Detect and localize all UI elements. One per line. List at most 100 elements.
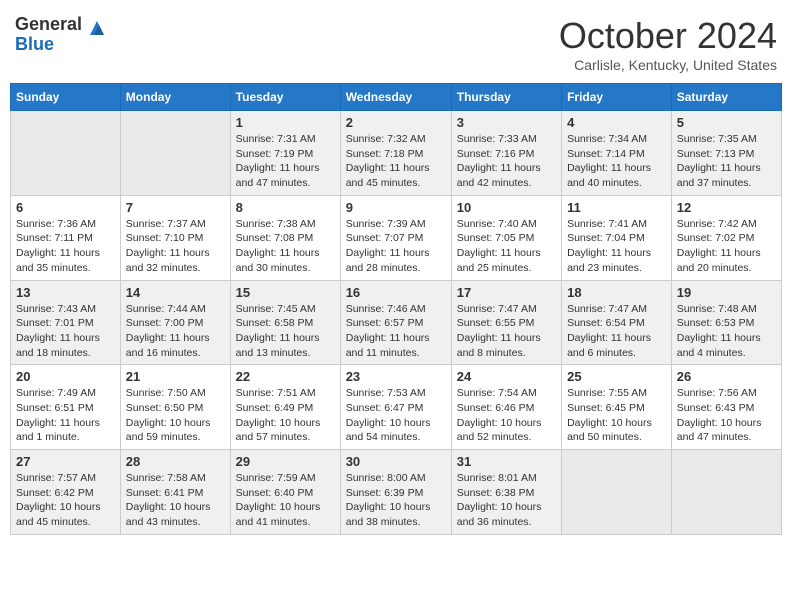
calendar-week-row: 1 Sunrise: 7:31 AM Sunset: 7:19 PM Daylig… xyxy=(11,111,782,196)
calendar-cell: 25 Sunrise: 7:55 AM Sunset: 6:45 PM Dayli… xyxy=(562,365,672,450)
calendar-cell: 29 Sunrise: 7:59 AM Sunset: 6:40 PM Dayli… xyxy=(230,450,340,535)
calendar-cell: 19Sunrise: 7:48 AM Sunset: 6:53 PM Dayli… xyxy=(671,280,781,365)
calendar-week-row: 20 Sunrise: 7:49 AM Sunset: 6:51 PM Dayli… xyxy=(11,365,782,450)
day-number: 31 xyxy=(457,454,556,469)
day-number: 8 xyxy=(236,200,335,215)
logo-icon xyxy=(86,17,108,44)
calendar-week-row: 6 Sunrise: 7:36 AM Sunset: 7:11 PM Daylig… xyxy=(11,195,782,280)
day-info: Sunrise: 7:42 AM Sunset: 7:02 PM Dayligh… xyxy=(677,217,776,276)
calendar-cell: 21 Sunrise: 7:50 AM Sunset: 6:50 PM Dayli… xyxy=(120,365,230,450)
calendar-cell: 15 Sunrise: 7:45 AM Sunset: 6:58 PM Dayli… xyxy=(230,280,340,365)
day-info: Sunrise: 7:32 AM Sunset: 7:18 PM Dayligh… xyxy=(346,132,446,191)
calendar-cell: 7 Sunrise: 7:37 AM Sunset: 7:10 PM Daylig… xyxy=(120,195,230,280)
day-number: 19 xyxy=(677,285,776,300)
calendar-cell xyxy=(562,450,672,535)
calendar-cell xyxy=(120,111,230,196)
calendar-cell xyxy=(11,111,121,196)
calendar-cell: 22Sunrise: 7:51 AM Sunset: 6:49 PM Dayli… xyxy=(230,365,340,450)
logo-text: General Blue xyxy=(15,15,82,55)
calendar-cell: 24Sunrise: 7:54 AM Sunset: 6:46 PM Dayli… xyxy=(451,365,561,450)
calendar-cell: 11 Sunrise: 7:41 AM Sunset: 7:04 PM Dayli… xyxy=(562,195,672,280)
day-number: 11 xyxy=(567,200,666,215)
day-info: Sunrise: 7:50 AM Sunset: 6:50 PM Dayligh… xyxy=(126,386,225,445)
calendar-table: SundayMondayTuesdayWednesdayThursdayFrid… xyxy=(10,83,782,535)
calendar-week-row: 13Sunrise: 7:43 AM Sunset: 7:01 PM Dayli… xyxy=(11,280,782,365)
day-info: Sunrise: 7:41 AM Sunset: 7:04 PM Dayligh… xyxy=(567,217,666,276)
calendar-cell: 13Sunrise: 7:43 AM Sunset: 7:01 PM Dayli… xyxy=(11,280,121,365)
day-number: 30 xyxy=(346,454,446,469)
day-number: 15 xyxy=(236,285,335,300)
title-block: October 2024 Carlisle, Kentucky, United … xyxy=(559,15,777,73)
day-info: Sunrise: 7:36 AM Sunset: 7:11 PM Dayligh… xyxy=(16,217,115,276)
day-info: Sunrise: 7:45 AM Sunset: 6:58 PM Dayligh… xyxy=(236,302,335,361)
day-number: 21 xyxy=(126,369,225,384)
day-number: 7 xyxy=(126,200,225,215)
day-number: 25 xyxy=(567,369,666,384)
day-number: 4 xyxy=(567,115,666,130)
day-info: Sunrise: 7:57 AM Sunset: 6:42 PM Dayligh… xyxy=(16,471,115,530)
calendar-cell: 12 Sunrise: 7:42 AM Sunset: 7:02 PM Dayli… xyxy=(671,195,781,280)
day-info: Sunrise: 7:37 AM Sunset: 7:10 PM Dayligh… xyxy=(126,217,225,276)
calendar-cell xyxy=(671,450,781,535)
calendar-cell: 5Sunrise: 7:35 AM Sunset: 7:13 PM Daylig… xyxy=(671,111,781,196)
calendar-cell: 14 Sunrise: 7:44 AM Sunset: 7:00 PM Dayli… xyxy=(120,280,230,365)
day-info: Sunrise: 7:40 AM Sunset: 7:05 PM Dayligh… xyxy=(457,217,556,276)
day-info: Sunrise: 7:59 AM Sunset: 6:40 PM Dayligh… xyxy=(236,471,335,530)
day-number: 10 xyxy=(457,200,556,215)
day-number: 18 xyxy=(567,285,666,300)
day-info: Sunrise: 7:38 AM Sunset: 7:08 PM Dayligh… xyxy=(236,217,335,276)
day-info: Sunrise: 7:43 AM Sunset: 7:01 PM Dayligh… xyxy=(16,302,115,361)
calendar-cell: 1 Sunrise: 7:31 AM Sunset: 7:19 PM Daylig… xyxy=(230,111,340,196)
day-number: 24 xyxy=(457,369,556,384)
day-info: Sunrise: 7:56 AM Sunset: 6:43 PM Dayligh… xyxy=(677,386,776,445)
day-number: 3 xyxy=(457,115,556,130)
calendar-cell: 23Sunrise: 7:53 AM Sunset: 6:47 PM Dayli… xyxy=(340,365,451,450)
day-info: Sunrise: 7:47 AM Sunset: 6:54 PM Dayligh… xyxy=(567,302,666,361)
calendar-cell: 8 Sunrise: 7:38 AM Sunset: 7:08 PM Daylig… xyxy=(230,195,340,280)
calendar-cell: 20 Sunrise: 7:49 AM Sunset: 6:51 PM Dayli… xyxy=(11,365,121,450)
day-number: 28 xyxy=(126,454,225,469)
calendar-cell: 18 Sunrise: 7:47 AM Sunset: 6:54 PM Dayli… xyxy=(562,280,672,365)
calendar-cell: 4Sunrise: 7:34 AM Sunset: 7:14 PM Daylig… xyxy=(562,111,672,196)
calendar-cell: 6 Sunrise: 7:36 AM Sunset: 7:11 PM Daylig… xyxy=(11,195,121,280)
day-number: 1 xyxy=(236,115,335,130)
day-info: Sunrise: 7:47 AM Sunset: 6:55 PM Dayligh… xyxy=(457,302,556,361)
day-info: Sunrise: 7:51 AM Sunset: 6:49 PM Dayligh… xyxy=(236,386,335,445)
day-info: Sunrise: 7:55 AM Sunset: 6:45 PM Dayligh… xyxy=(567,386,666,445)
logo-general: General xyxy=(15,15,82,35)
logo: General Blue xyxy=(15,15,108,55)
calendar-cell: 28 Sunrise: 7:58 AM Sunset: 6:41 PM Dayli… xyxy=(120,450,230,535)
month-title: October 2024 xyxy=(559,15,777,57)
calendar-cell: 27Sunrise: 7:57 AM Sunset: 6:42 PM Dayli… xyxy=(11,450,121,535)
day-info: Sunrise: 7:35 AM Sunset: 7:13 PM Dayligh… xyxy=(677,132,776,191)
day-number: 26 xyxy=(677,369,776,384)
weekday-header: Friday xyxy=(562,84,672,111)
day-number: 17 xyxy=(457,285,556,300)
day-info: Sunrise: 7:49 AM Sunset: 6:51 PM Dayligh… xyxy=(16,386,115,445)
day-number: 29 xyxy=(236,454,335,469)
calendar-cell: 9Sunrise: 7:39 AM Sunset: 7:07 PM Daylig… xyxy=(340,195,451,280)
day-info: Sunrise: 7:39 AM Sunset: 7:07 PM Dayligh… xyxy=(346,217,446,276)
day-info: Sunrise: 7:44 AM Sunset: 7:00 PM Dayligh… xyxy=(126,302,225,361)
weekday-header: Thursday xyxy=(451,84,561,111)
day-info: Sunrise: 8:01 AM Sunset: 6:38 PM Dayligh… xyxy=(457,471,556,530)
day-number: 6 xyxy=(16,200,115,215)
day-number: 14 xyxy=(126,285,225,300)
day-info: Sunrise: 7:46 AM Sunset: 6:57 PM Dayligh… xyxy=(346,302,446,361)
day-info: Sunrise: 7:58 AM Sunset: 6:41 PM Dayligh… xyxy=(126,471,225,530)
weekday-header: Monday xyxy=(120,84,230,111)
calendar-header-row: SundayMondayTuesdayWednesdayThursdayFrid… xyxy=(11,84,782,111)
calendar-cell: 31 Sunrise: 8:01 AM Sunset: 6:38 PM Dayli… xyxy=(451,450,561,535)
day-number: 16 xyxy=(346,285,446,300)
logo-blue: Blue xyxy=(15,35,82,55)
weekday-header: Sunday xyxy=(11,84,121,111)
weekday-header: Tuesday xyxy=(230,84,340,111)
day-number: 12 xyxy=(677,200,776,215)
weekday-header: Saturday xyxy=(671,84,781,111)
calendar-week-row: 27Sunrise: 7:57 AM Sunset: 6:42 PM Dayli… xyxy=(11,450,782,535)
day-info: Sunrise: 7:31 AM Sunset: 7:19 PM Dayligh… xyxy=(236,132,335,191)
calendar-cell: 2Sunrise: 7:32 AM Sunset: 7:18 PM Daylig… xyxy=(340,111,451,196)
calendar-cell: 17 Sunrise: 7:47 AM Sunset: 6:55 PM Dayli… xyxy=(451,280,561,365)
day-info: Sunrise: 8:00 AM Sunset: 6:39 PM Dayligh… xyxy=(346,471,446,530)
day-number: 20 xyxy=(16,369,115,384)
